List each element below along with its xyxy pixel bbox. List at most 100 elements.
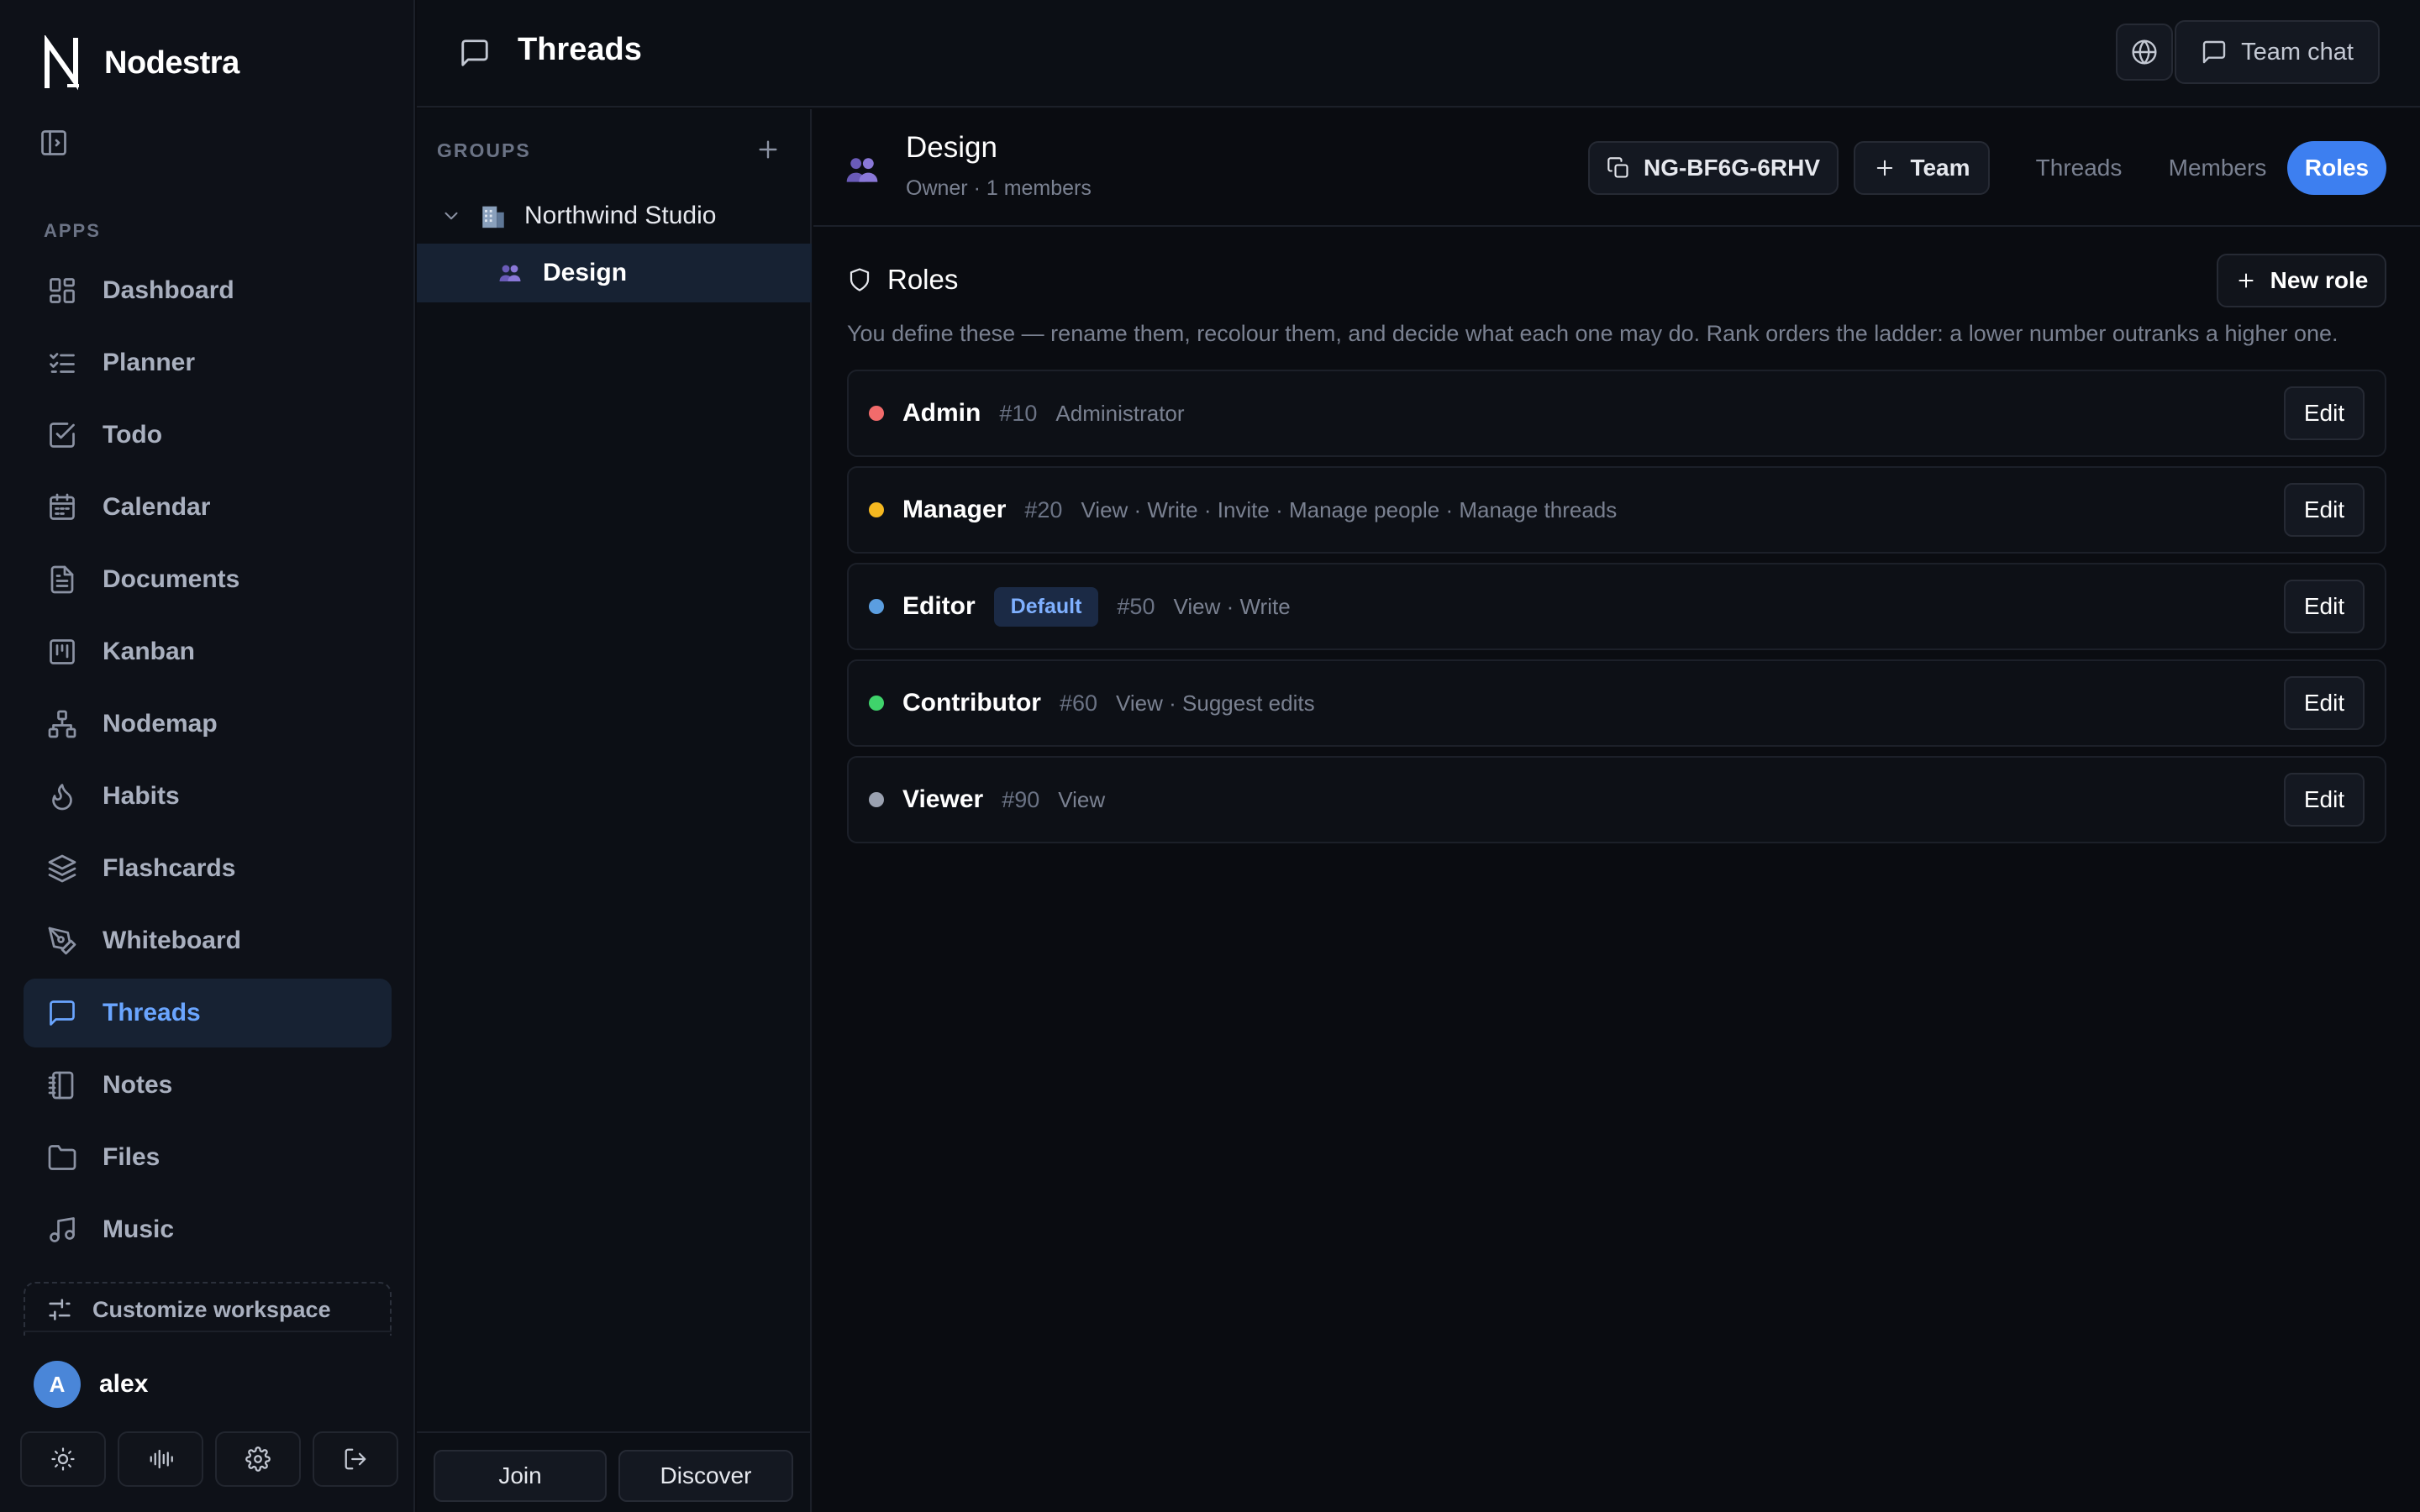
roles-description: You define these — rename them, recolour… <box>847 321 2338 346</box>
sidebar-item-habits[interactable]: Habits <box>24 762 392 831</box>
default-badge: Default <box>993 586 1099 627</box>
logout-button[interactable] <box>313 1431 398 1487</box>
settings-button[interactable] <box>215 1431 301 1487</box>
invite-code: NG-BF6G-6RHV <box>1643 155 1820 181</box>
sidebar-item-notes[interactable]: Notes <box>24 1051 392 1120</box>
group-header: Design Owner · 1 members NG-BF6G-6RHV Te… <box>813 109 2420 227</box>
sidebar-item-whiteboard[interactable]: Whiteboard <box>24 906 392 975</box>
discover-button[interactable]: Discover <box>618 1450 793 1502</box>
role-rank: #90 <box>1002 786 1040 812</box>
tab-threads[interactable]: Threads <box>2023 141 2134 195</box>
sidebar-item-nodemap[interactable]: Nodemap <box>24 690 392 759</box>
sidebar-item-calendar[interactable]: Calendar <box>24 473 392 542</box>
document-icon <box>50 565 74 594</box>
sidebar-item-todo[interactable]: Todo <box>24 401 392 470</box>
panel-left-icon <box>41 130 66 155</box>
role-row-editor: Editor Default #50 View · Write Edit <box>847 563 2386 650</box>
logout-icon <box>345 1448 366 1470</box>
sidebar-item-dashboard[interactable]: Dashboard <box>24 256 392 325</box>
building-icon <box>482 206 504 228</box>
customize-workspace-button[interactable]: Customize workspace <box>24 1282 392 1336</box>
user-name: alex <box>99 1370 149 1398</box>
new-role-button[interactable]: New role <box>2217 254 2386 307</box>
team-chat-button[interactable]: Team chat <box>2175 20 2380 84</box>
tab-members[interactable]: Members <box>2154 141 2281 195</box>
role-color-dot <box>869 406 884 421</box>
role-row-contributor: Contributor #60 View · Suggest edits Edi… <box>847 659 2386 747</box>
message-icon <box>2202 40 2226 64</box>
chevron-down-icon <box>445 212 458 220</box>
add-team-button[interactable]: Team <box>1854 141 1990 195</box>
add-group-button[interactable] <box>755 136 781 163</box>
edit-role-button[interactable]: Edit <box>2284 483 2365 537</box>
group-tree-item-design[interactable]: Design <box>417 244 812 302</box>
sidebar-item-label: Todo <box>103 421 163 449</box>
copy-icon <box>1607 157 1628 178</box>
tab-roles[interactable]: Roles <box>2287 141 2386 195</box>
role-color-dot <box>869 792 884 807</box>
sidebar-item-label: Kanban <box>103 638 196 665</box>
main-content: Design Owner · 1 members NG-BF6G-6RHV Te… <box>813 109 2420 1512</box>
role-color-dot <box>869 599 884 614</box>
calendar-icon <box>50 493 75 520</box>
role-name: Admin <box>902 399 981 427</box>
sidebar-item-kanban[interactable]: Kanban <box>24 617 392 686</box>
sidebar-item-label: Files <box>103 1143 160 1171</box>
brand[interactable]: Nodestra <box>42 35 239 91</box>
sidebar-collapse-button[interactable] <box>39 128 69 158</box>
role-row-admin: Admin #10 Administrator Edit <box>847 370 2386 457</box>
dashboard-icon <box>50 278 75 303</box>
role-list: Admin #10 Administrator Edit Manager #20… <box>847 370 2386 853</box>
sidebar-item-flashcards[interactable]: Flashcards <box>24 834 392 903</box>
sidebar-item-documents[interactable]: Documents <box>24 545 392 614</box>
flame-icon <box>52 784 72 811</box>
message-icon <box>50 1000 75 1026</box>
edit-role-button[interactable]: Edit <box>2284 580 2365 633</box>
org-tree-item[interactable]: Northwind Studio <box>417 186 812 245</box>
theme-toggle-button[interactable] <box>20 1431 106 1487</box>
new-role-label: New role <box>2270 267 2369 293</box>
team-chat-label: Team chat <box>2241 38 2354 66</box>
edit-role-button[interactable]: Edit <box>2284 773 2365 827</box>
sidebar-item-label: Whiteboard <box>103 927 241 954</box>
sidebar-item-label: Nodemap <box>103 710 218 738</box>
copy-invite-code-button[interactable]: NG-BF6G-6RHV <box>1588 141 1839 195</box>
user-profile[interactable]: A alex <box>34 1361 148 1408</box>
audio-waveform-icon <box>150 1449 173 1469</box>
sidebar-item-files[interactable]: Files <box>24 1123 392 1192</box>
role-permissions: View · Write · Invite · Manage people · … <box>1081 496 1618 522</box>
audio-button[interactable] <box>118 1431 203 1487</box>
role-rank: #10 <box>999 400 1038 426</box>
join-button[interactable]: Join <box>434 1450 607 1502</box>
team-label: Team <box>1910 155 1970 181</box>
page-title: Threads <box>518 32 642 67</box>
sidebar-item-label: Threads <box>103 999 201 1026</box>
apps-section-label: APPS <box>44 220 101 241</box>
sidebar-item-label: Calendar <box>103 493 211 521</box>
sidebar-item-planner[interactable]: Planner <box>24 328 392 397</box>
role-permissions: Administrator <box>1055 400 1185 426</box>
sidebar-item-threads[interactable]: Threads <box>24 979 392 1047</box>
edit-role-button[interactable]: Edit <box>2284 386 2365 440</box>
list-check-icon <box>50 353 75 373</box>
top-bar: Threads Team chat <box>417 0 2420 108</box>
checkbox-icon <box>50 423 75 448</box>
role-permissions: View · Suggest edits <box>1116 690 1315 716</box>
message-icon <box>461 39 488 66</box>
kanban-icon <box>50 639 75 664</box>
role-rank: #60 <box>1059 690 1098 716</box>
sidebar-footer-buttons <box>20 1431 398 1487</box>
role-name: Viewer <box>902 785 984 813</box>
groups-section-label: GROUPS <box>437 139 531 161</box>
people-icon <box>499 265 521 281</box>
sidebar-item-label: Notes <box>103 1071 173 1099</box>
pen-tool-icon <box>48 927 76 955</box>
group-title: Design <box>906 131 997 164</box>
sidebar-item-label: Documents <box>103 565 240 593</box>
customize-workspace-label: Customize workspace <box>92 1296 331 1322</box>
sidebar-item-music[interactable]: Music <box>24 1195 392 1264</box>
language-button[interactable] <box>2116 24 2173 81</box>
edit-role-button[interactable]: Edit <box>2284 676 2365 730</box>
gear-icon <box>245 1446 271 1472</box>
sidebar-item-label: Dashboard <box>103 276 234 304</box>
